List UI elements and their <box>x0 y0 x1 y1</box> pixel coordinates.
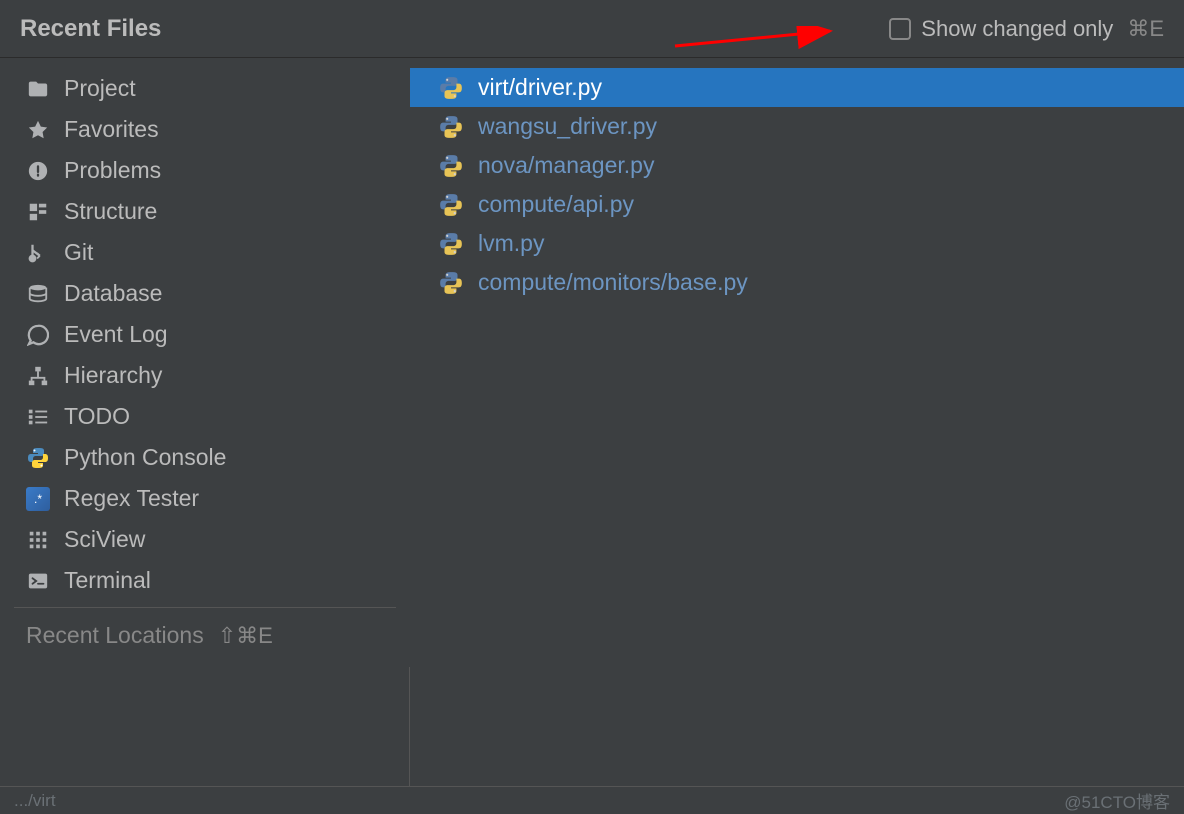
sidebar-item-label: Hierarchy <box>64 362 162 389</box>
footer-path: .../virt <box>14 791 56 811</box>
header-shortcut: ⌘E <box>1127 16 1164 42</box>
python-file-icon <box>438 153 464 179</box>
file-item[interactable]: lvm.py <box>410 224 1184 263</box>
file-name: wangsu_driver.py <box>478 113 657 140</box>
sidebar-item-structure[interactable]: Structure <box>0 191 410 232</box>
file-item[interactable]: compute/monitors/base.py <box>410 263 1184 302</box>
hierarchy-icon <box>26 364 50 388</box>
sciview-icon <box>26 528 50 552</box>
sidebar-item-label: Problems <box>64 157 161 184</box>
git-icon <box>26 241 50 265</box>
python-file-icon <box>438 231 464 257</box>
file-item[interactable]: wangsu_driver.py <box>410 107 1184 146</box>
sidebar-item-sciview[interactable]: SciView <box>0 519 410 560</box>
sidebar-item-project[interactable]: Project <box>0 68 410 109</box>
sidebar-item-label: Event Log <box>64 321 168 348</box>
sidebar-wrap: Project Favorites Problems Structure <box>0 58 410 786</box>
sidebar-item-label: SciView <box>64 526 145 553</box>
python-console-icon <box>26 446 50 470</box>
sidebar-item-python-console[interactable]: Python Console <box>0 437 410 478</box>
sidebar-item-label: Git <box>64 239 93 266</box>
star-icon <box>26 118 50 142</box>
terminal-icon <box>26 569 50 593</box>
sidebar-item-event-log[interactable]: Event Log <box>0 314 410 355</box>
footer-watermark: @51CTO博客 <box>1064 788 1170 813</box>
python-file-icon <box>438 270 464 296</box>
content: Project Favorites Problems Structure <box>0 58 1184 786</box>
file-item[interactable]: compute/api.py <box>410 185 1184 224</box>
header: Recent Files Show changed only ⌘E <box>0 0 1184 58</box>
python-file-icon <box>438 114 464 140</box>
sidebar-item-hierarchy[interactable]: Hierarchy <box>0 355 410 396</box>
sidebar-item-problems[interactable]: Problems <box>0 150 410 191</box>
sidebar-item-label: TODO <box>64 403 130 430</box>
sidebar-item-label: Favorites <box>64 116 159 143</box>
structure-icon <box>26 200 50 224</box>
sidebar-divider <box>14 607 396 608</box>
header-right: Show changed only ⌘E <box>889 16 1164 42</box>
sidebar-item-git[interactable]: Git <box>0 232 410 273</box>
sidebar-item-favorites[interactable]: Favorites <box>0 109 410 150</box>
sidebar-item-database[interactable]: Database <box>0 273 410 314</box>
python-file-icon <box>438 75 464 101</box>
recent-locations-shortcut: ⇧⌘E <box>218 623 273 649</box>
sidebar-item-label: Structure <box>64 198 157 225</box>
database-icon <box>26 282 50 306</box>
footer: .../virt @51CTO博客 <box>0 786 1184 814</box>
sidebar-item-label: Project <box>64 75 136 102</box>
python-file-icon <box>438 192 464 218</box>
file-name: lvm.py <box>478 230 544 257</box>
recent-locations[interactable]: Recent Locations ⇧⌘E <box>0 614 410 657</box>
recent-locations-label: Recent Locations <box>26 622 204 649</box>
sidebar-item-regex-tester[interactable]: .* Regex Tester <box>0 478 410 519</box>
sidebar-item-label: Database <box>64 280 162 307</box>
event-log-icon <box>26 323 50 347</box>
sidebar: Project Favorites Problems Structure <box>0 58 410 667</box>
warning-icon <box>26 159 50 183</box>
file-name: compute/api.py <box>478 191 634 218</box>
show-changed-only-checkbox[interactable] <box>889 18 911 40</box>
header-title: Recent Files <box>20 15 161 43</box>
sidebar-item-label: Regex Tester <box>64 485 199 512</box>
folder-icon <box>26 77 50 101</box>
file-item[interactable]: nova/manager.py <box>410 146 1184 185</box>
file-name: nova/manager.py <box>478 152 654 179</box>
sidebar-item-label: Terminal <box>64 567 151 594</box>
file-list: virt/driver.py wangsu_driver.py nova/manag… <box>410 58 1184 786</box>
sidebar-item-terminal[interactable]: Terminal <box>0 560 410 601</box>
todo-icon <box>26 405 50 429</box>
sidebar-item-todo[interactable]: TODO <box>0 396 410 437</box>
show-changed-only-label[interactable]: Show changed only <box>921 16 1113 42</box>
file-name: virt/driver.py <box>478 74 602 101</box>
file-name: compute/monitors/base.py <box>478 269 748 296</box>
file-item[interactable]: virt/driver.py <box>410 68 1184 107</box>
sidebar-item-label: Python Console <box>64 444 226 471</box>
regex-icon: .* <box>26 487 50 511</box>
